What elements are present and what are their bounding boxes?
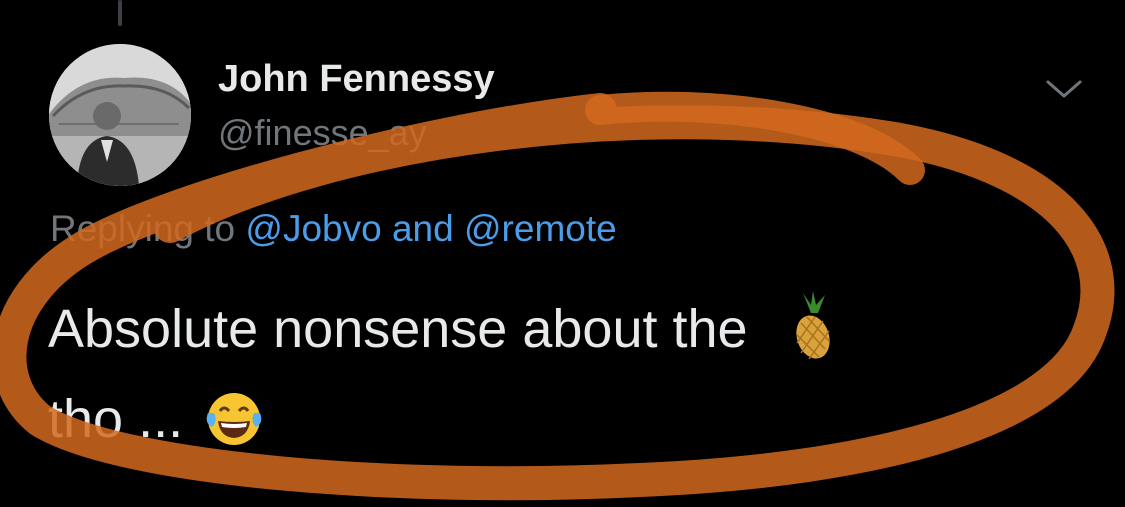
replying-to-line: Replying to @Jobvo and @remote — [50, 208, 617, 250]
replying-to-joiner: and — [391, 208, 454, 249]
author-display-name[interactable]: John Fennessy — [218, 58, 495, 101]
face-with-tears-of-joy-emoji — [202, 387, 266, 451]
mention-link[interactable]: @remote — [464, 208, 617, 249]
thread-connector-line — [118, 0, 122, 26]
tweet-body: Absolute nonsense about the tho ... — [48, 284, 1048, 464]
avatar-photo — [49, 44, 191, 186]
author-handle[interactable]: @finesse_ay — [218, 112, 427, 154]
pineapple-emoji — [781, 291, 841, 361]
avatar[interactable] — [49, 44, 191, 186]
tweet-text-line: tho ... — [48, 389, 184, 449]
mention-link[interactable]: @Jobvo — [245, 208, 381, 249]
tweet-text-line: Absolute nonsense about the — [48, 299, 748, 359]
replying-to-label: Replying to — [50, 208, 236, 249]
chevron-down-icon[interactable] — [1040, 70, 1088, 106]
